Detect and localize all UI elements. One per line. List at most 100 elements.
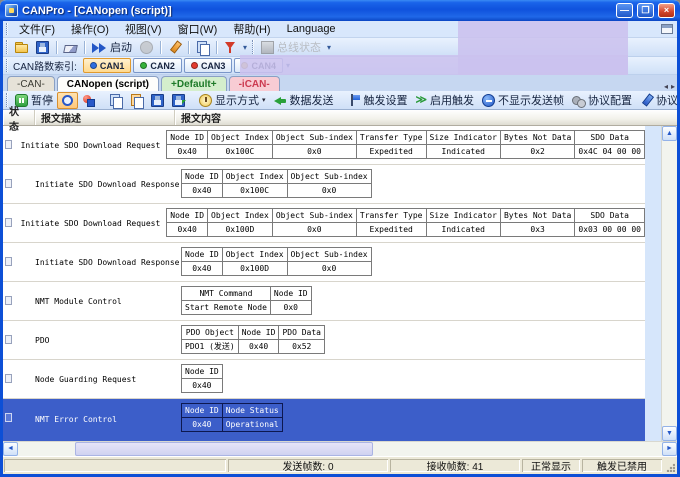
can3-label: CAN3 xyxy=(201,61,226,71)
filter-button[interactable] xyxy=(220,39,241,56)
table-row[interactable]: PDOPDO ObjectNode IDPDO DataPDO1 (发送)0x4… xyxy=(3,321,645,360)
field-value: Start Remote Node xyxy=(182,301,271,315)
menu-file[interactable]: 文件(F) xyxy=(11,20,63,38)
protocol-config-button[interactable]: 协议配置 xyxy=(568,90,636,110)
save-data-button[interactable] xyxy=(147,92,168,109)
stop-button[interactable] xyxy=(136,39,157,56)
data-send-button[interactable]: 数据发送 xyxy=(270,90,338,110)
scroll-right-icon[interactable]: ► xyxy=(662,442,677,456)
table-row[interactable]: Initiate SDO Download ResponseNode IDObj… xyxy=(3,165,645,204)
tab-default[interactable]: +Default+ xyxy=(161,76,227,91)
enable-trigger-icon: ≫ xyxy=(416,94,428,107)
bus-status-button[interactable]: 总线状态 xyxy=(257,37,325,57)
field-header: PDO Object xyxy=(182,326,239,340)
column-header-status[interactable]: 状态 xyxy=(3,110,35,125)
save-append-button[interactable] xyxy=(168,92,189,109)
table-row[interactable]: Initiate SDO Download ResponseNode IDObj… xyxy=(3,243,645,282)
field-value: 0x4C 04 00 00 xyxy=(575,145,645,159)
column-header-description[interactable]: 报文描述 xyxy=(35,110,175,125)
separator xyxy=(56,41,57,54)
frame-status-cell xyxy=(3,165,35,203)
menu-help[interactable]: 帮助(H) xyxy=(225,20,278,38)
column-header-content[interactable]: 报文内容 xyxy=(175,110,677,125)
channel-button-can4[interactable]: CAN4 xyxy=(234,58,283,73)
paste-button[interactable] xyxy=(126,92,147,109)
menu-window[interactable]: 窗口(W) xyxy=(170,20,226,38)
mdi-child-icon[interactable] xyxy=(661,24,673,34)
frame-content: Node IDObject IndexObject Sub-index0x400… xyxy=(175,165,645,203)
minimize-button[interactable]: — xyxy=(616,3,633,18)
field-header: Size Indicator xyxy=(426,209,500,223)
menu-operate[interactable]: 操作(O) xyxy=(63,20,117,38)
edit-button[interactable] xyxy=(164,39,185,56)
clear-button[interactable] xyxy=(60,40,81,55)
field-value: 0x100D xyxy=(208,223,273,237)
channel-button-can1[interactable]: CAN1 xyxy=(83,58,132,73)
field-header: SDO Data xyxy=(575,209,645,223)
copy-button[interactable] xyxy=(105,92,126,109)
toolbar-overflow[interactable]: ▾ xyxy=(327,43,331,52)
frame-status-icon xyxy=(5,257,12,266)
frame-fields-table: Node IDNode Status0x40Operational xyxy=(181,403,283,432)
clock-icon xyxy=(199,94,212,107)
close-button[interactable]: × xyxy=(658,3,675,18)
field-value: 0x40 xyxy=(182,262,223,276)
table-row[interactable]: Node Guarding RequestNode ID0x40 xyxy=(3,360,645,399)
dropdown-arrow-icon: ▾ xyxy=(262,96,266,104)
resize-grip[interactable] xyxy=(663,457,677,474)
tab-can[interactable]: -CAN- xyxy=(7,76,55,91)
open-file-button[interactable] xyxy=(11,39,32,56)
display-mode-status: 正常显示 xyxy=(522,459,580,472)
maximize-button[interactable]: ❐ xyxy=(637,3,654,18)
windows-button[interactable] xyxy=(192,39,213,56)
window-border xyxy=(0,20,3,477)
channel-button-can3[interactable]: CAN3 xyxy=(184,58,233,73)
separator xyxy=(188,41,189,54)
field-header: Node ID xyxy=(182,404,223,418)
field-value: 0x40 xyxy=(167,223,208,237)
table-row[interactable]: Initiate SDO Download RequestNode IDObje… xyxy=(3,126,645,165)
scroll-down-icon[interactable]: ▼ xyxy=(662,426,677,441)
table-row[interactable]: NMT Error ControlNode IDNode Status0x40O… xyxy=(3,399,645,441)
horizontal-scrollbar[interactable]: ◄ ► xyxy=(3,441,677,456)
menu-language[interactable]: Language xyxy=(279,22,344,36)
start-button[interactable]: 启动 xyxy=(88,37,136,57)
save-file-button[interactable] xyxy=(32,39,53,56)
frame-description: Initiate SDO Download Response xyxy=(35,165,175,203)
table-row[interactable]: Initiate SDO Download RequestNode IDObje… xyxy=(3,204,645,243)
hide-frames-icon xyxy=(482,94,495,107)
frame-description: NMT Error Control xyxy=(35,399,175,440)
field-value: 0x40 xyxy=(167,145,208,159)
vertical-scrollbar[interactable]: ▲ ▼ xyxy=(661,126,677,441)
frame-fields-table: Node IDObject IndexObject Sub-index0x400… xyxy=(181,169,372,198)
frame-status-icon xyxy=(5,413,12,422)
field-header: PDO Data xyxy=(279,326,325,340)
field-header: Object Index xyxy=(222,248,287,262)
hide-tx-frames-button[interactable]: 不显示发送帧 xyxy=(478,90,568,110)
field-value: 0x40 xyxy=(182,184,223,198)
frame-fields-table: Node IDObject IndexObject Sub-indexTrans… xyxy=(166,130,645,159)
menu-view[interactable]: 视图(V) xyxy=(117,20,170,38)
frame-status-cell xyxy=(3,282,35,320)
display-mode-button[interactable]: 显示方式▾ xyxy=(195,90,270,110)
tab-canopen-script[interactable]: CANopen (script) xyxy=(57,76,159,91)
field-header: Node Status xyxy=(222,404,282,418)
ring-toggle-button[interactable] xyxy=(57,92,78,109)
field-header: Transfer Type xyxy=(356,131,426,145)
toolbar-overflow[interactable]: ▾ xyxy=(286,61,290,70)
field-header: Node ID xyxy=(167,209,208,223)
channel-button-can2[interactable]: CAN2 xyxy=(133,58,182,73)
scroll-up-icon[interactable]: ▲ xyxy=(662,126,677,141)
protocol-manage-button[interactable]: 协议管理 xyxy=(636,90,680,110)
tab-ican[interactable]: -iCAN- xyxy=(229,76,280,91)
enable-trigger-button[interactable]: ≫启用触发 xyxy=(412,90,479,110)
toolbar-grip xyxy=(6,59,8,72)
clear-list-button[interactable] xyxy=(78,92,99,109)
table-row[interactable]: NMT Module ControlNMT CommandNode IDStar… xyxy=(3,282,645,321)
frame-content: Node IDNode Status0x40Operational xyxy=(175,399,645,440)
trigger-setup-button[interactable]: 触发设置 xyxy=(344,90,412,110)
toolbar-overflow[interactable]: ▾ xyxy=(243,43,247,52)
scroll-left-icon[interactable]: ◄ xyxy=(3,442,18,456)
received-frames-count: 接收帧数: 41 xyxy=(390,459,520,472)
horizontal-scroll-thumb[interactable] xyxy=(75,442,373,456)
